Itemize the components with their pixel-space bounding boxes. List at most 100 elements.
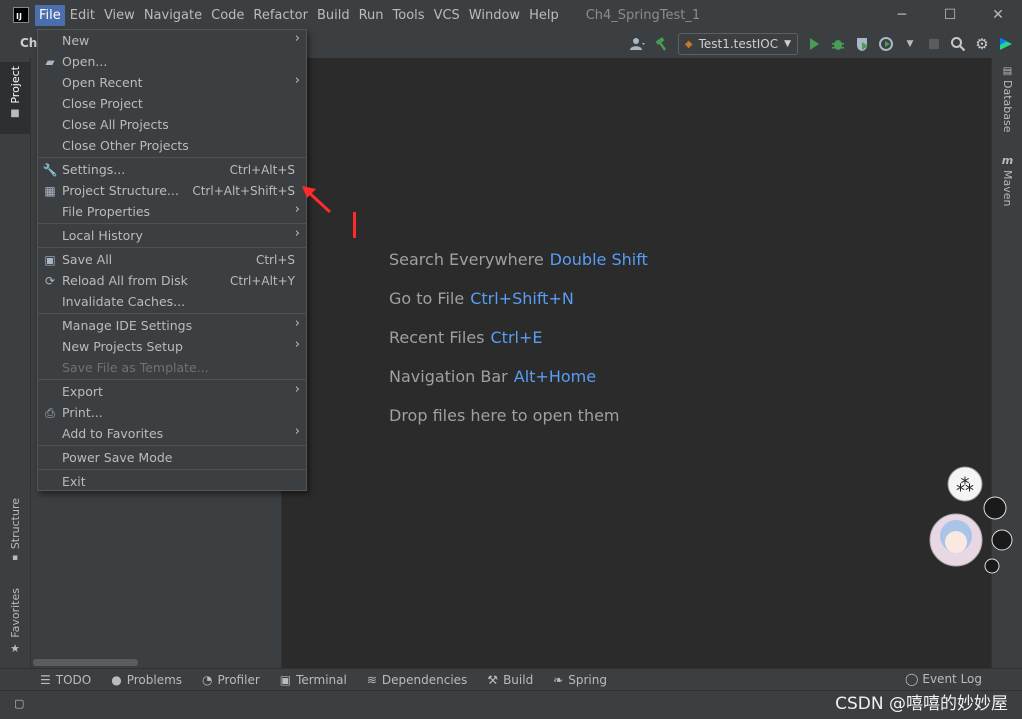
menu-vcs[interactable]: VCS	[430, 5, 464, 26]
tool-todo[interactable]: ☰ TODO	[40, 673, 91, 687]
plugin-logo-icon[interactable]	[998, 36, 1014, 52]
list-icon: ☰	[40, 673, 51, 687]
hint-search-everywhere: Search Everywhere Double Shift	[389, 250, 648, 269]
info-icon: ●	[111, 673, 122, 687]
menu-item-settings[interactable]: 🔧 Settings... Ctrl+Alt+S	[38, 159, 306, 180]
tab-structure[interactable]: Structure ▪	[0, 498, 30, 570]
hammer-icon: ⚒	[487, 673, 499, 687]
profiler-run-icon[interactable]	[878, 36, 894, 52]
menu-separator	[38, 313, 306, 314]
user-icon[interactable]	[629, 36, 646, 52]
menu-separator	[38, 469, 306, 470]
menu-run[interactable]: Run	[355, 5, 388, 26]
chevron-right-icon: ›	[294, 31, 300, 46]
layout-toggle-icon[interactable]: ▢	[14, 697, 24, 710]
menu-item-shortcut: Ctrl+S	[255, 252, 295, 267]
menu-item-close-project[interactable]: Close Project	[38, 93, 306, 114]
menu-item-close-all-projects[interactable]: Close All Projects	[38, 114, 306, 135]
menu-item-reload-all-from-disk[interactable]: ⟳ Reload All from Disk Ctrl+Alt+Y	[38, 270, 306, 291]
folder-icon: ▰	[45, 55, 55, 69]
event-log-button[interactable]: ◯ Event Log	[905, 672, 982, 686]
menu-item-add-to-favorites[interactable]: Add to Favorites ›	[38, 423, 306, 444]
menu-item-power-save-mode[interactable]: Power Save Mode	[38, 447, 306, 468]
menu-view[interactable]: View	[100, 5, 139, 26]
tool-build[interactable]: ⚒ Build	[487, 673, 533, 687]
tab-database[interactable]: ▤ Database	[992, 66, 1022, 133]
tab-structure-label: Structure	[8, 498, 22, 550]
menu-item-label: Save File as Template...	[62, 360, 209, 375]
debug-icon[interactable]	[830, 36, 846, 52]
hint-text: Go to File	[389, 289, 465, 308]
tool-profiler[interactable]: ◔ Profiler	[202, 673, 260, 687]
menu-item-save-file-as-template: Save File as Template...	[38, 357, 306, 378]
menu-item-invalidate-caches[interactable]: Invalidate Caches...	[38, 291, 306, 312]
red-annotation-mark	[353, 212, 356, 238]
search-icon[interactable]	[950, 36, 966, 52]
menu-item-new-projects-setup[interactable]: New Projects Setup ›	[38, 336, 306, 357]
menu-item-local-history[interactable]: Local History ›	[38, 225, 306, 246]
tab-database-label: Database	[1001, 80, 1014, 133]
tool-terminal[interactable]: ▣ Terminal	[280, 673, 347, 687]
floating-assistant-widget[interactable]: ⁂	[928, 466, 1020, 581]
database-icon: ▤	[1002, 66, 1013, 77]
hammer-build-icon[interactable]	[654, 36, 670, 52]
run-configuration-select[interactable]: ◆ Test1.testIOC ▼	[677, 33, 798, 55]
gear-icon[interactable]: ⚙	[974, 35, 990, 53]
tab-project[interactable]: Project ■	[0, 62, 30, 134]
tool-problems[interactable]: ● Problems	[111, 673, 182, 687]
project-breadcrumb[interactable]: Ch	[20, 36, 37, 50]
hint-text: Navigation Bar	[389, 367, 508, 386]
chevron-right-icon: ›	[294, 73, 300, 88]
menu-item-open-recent[interactable]: Open Recent ›	[38, 72, 306, 93]
tool-spring-label: Spring	[568, 673, 607, 687]
menu-edit[interactable]: Edit	[66, 5, 99, 26]
stop-icon[interactable]	[926, 36, 942, 52]
menu-file[interactable]: File	[35, 4, 65, 26]
menu-build[interactable]: Build	[313, 5, 354, 26]
left-tool-stripe: Project ■ Structure ▪ Favorites ★	[0, 58, 31, 668]
editor-area[interactable]: Search Everywhere Double Shift Go to File…	[282, 58, 991, 668]
hint-text: Recent Files	[389, 328, 485, 347]
red-annotation-arrow	[302, 186, 332, 214]
hint-navigation-bar: Navigation Bar Alt+Home	[389, 367, 596, 386]
menu-tools[interactable]: Tools	[389, 5, 429, 26]
coverage-icon[interactable]	[854, 36, 870, 52]
menu-separator	[38, 445, 306, 446]
menu-code[interactable]: Code	[207, 5, 248, 26]
menu-item-close-other-projects[interactable]: Close Other Projects	[38, 135, 306, 156]
menu-window[interactable]: Window	[465, 5, 524, 26]
horizontal-scrollbar[interactable]	[33, 659, 138, 666]
hint-drop-files: Drop files here to open them	[389, 406, 620, 425]
close-button[interactable]: ✕	[974, 0, 1022, 30]
tab-favorites[interactable]: Favorites ★	[0, 588, 30, 660]
menu-item-file-properties[interactable]: File Properties ›	[38, 201, 306, 222]
menu-item-exit[interactable]: Exit	[38, 471, 306, 492]
run-config-label: Test1.testIOC	[698, 37, 779, 51]
menu-item-manage-ide-settings[interactable]: Manage IDE Settings ›	[38, 315, 306, 336]
maximize-button[interactable]: ☐	[926, 0, 974, 30]
menu-item-save-all[interactable]: ▣ Save All Ctrl+S	[38, 249, 306, 270]
watermark-text: CSDN @嘻嘻的妙妙屋	[835, 694, 1008, 714]
menu-item-label: Close All Projects	[62, 117, 169, 132]
menu-item-print[interactable]: ⎙ Print...	[38, 402, 306, 423]
menu-item-project-structure[interactable]: ▦ Project Structure... Ctrl+Alt+Shift+S	[38, 180, 306, 201]
menu-item-open[interactable]: ▰ Open...	[38, 51, 306, 72]
maven-icon: m	[1001, 154, 1014, 167]
tab-favorites-label: Favorites	[8, 588, 22, 638]
menu-navigate[interactable]: Navigate	[140, 5, 206, 26]
chevron-right-icon: ›	[294, 424, 300, 439]
tool-todo-label: TODO	[55, 673, 92, 687]
run-icon[interactable]	[806, 36, 822, 52]
reload-icon: ⟳	[44, 274, 56, 288]
tool-dependencies[interactable]: ≋ Dependencies	[367, 673, 467, 687]
menu-item-export[interactable]: Export ›	[38, 381, 306, 402]
menu-item-new[interactable]: New ›	[38, 30, 306, 51]
minimize-button[interactable]: ─	[878, 0, 926, 30]
tool-spring[interactable]: ❧ Spring	[553, 673, 607, 687]
menu-refactor[interactable]: Refactor	[249, 5, 312, 26]
svg-text:⁂: ⁂	[956, 475, 974, 496]
title-bar: IJ File Edit View Navigate Code Refactor…	[0, 0, 1022, 31]
menu-help[interactable]: Help	[525, 5, 563, 26]
more-run-options-icon[interactable]: ▼	[902, 36, 918, 52]
tab-maven[interactable]: m Maven	[992, 154, 1022, 206]
